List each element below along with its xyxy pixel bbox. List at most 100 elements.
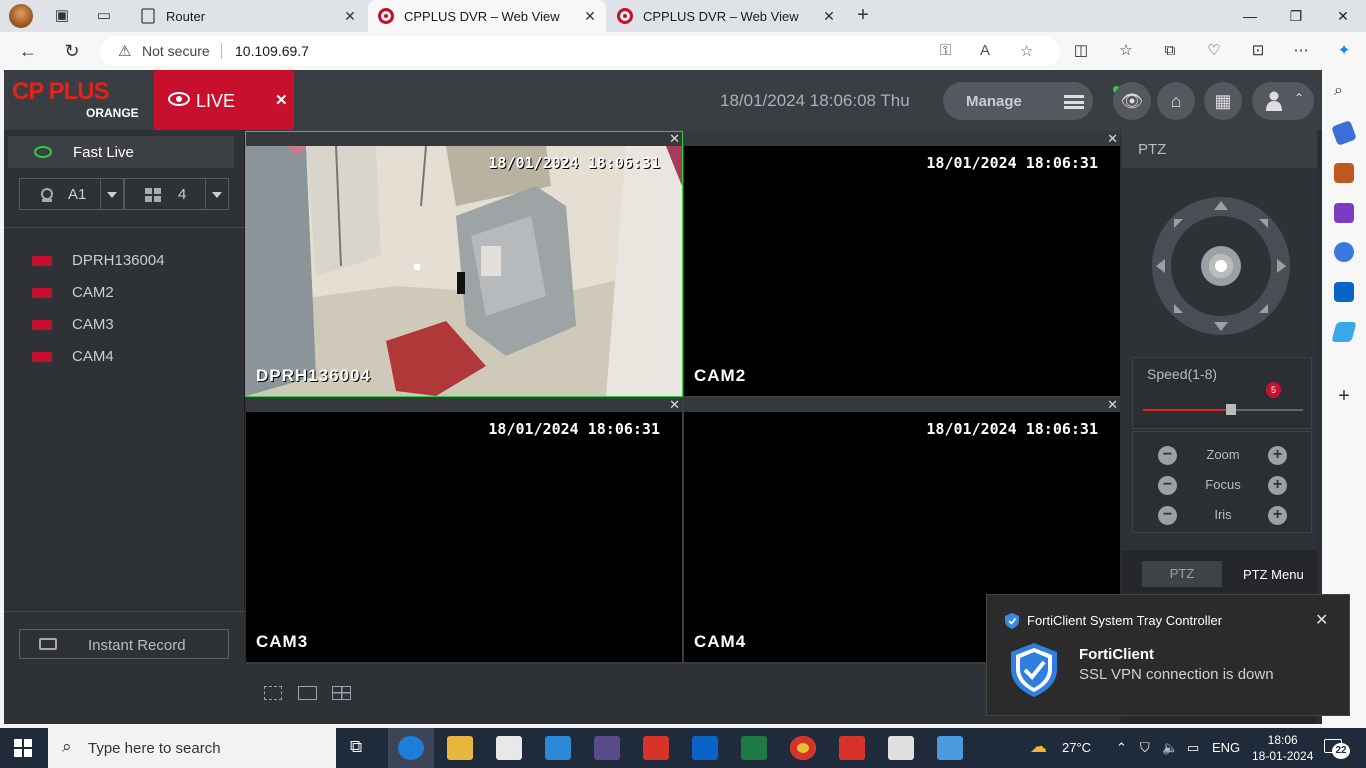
arrow-down-icon[interactable] — [1214, 322, 1228, 331]
user-menu-button[interactable]: ⌃ — [1252, 82, 1314, 120]
split-screen-icon[interactable]: ◫ — [1070, 40, 1092, 62]
app-icon[interactable] — [937, 736, 963, 760]
read-aloud-icon[interactable]: A — [980, 42, 990, 59]
favorite-star-icon[interactable]: ☆ — [1020, 42, 1033, 60]
live-view-button[interactable]: 👁 — [1113, 82, 1151, 120]
manage-button[interactable]: Manage — [943, 82, 1093, 120]
notepad-icon[interactable] — [888, 736, 914, 760]
single-view-icon[interactable] — [298, 686, 317, 700]
security-label[interactable]: Not secure — [142, 43, 210, 59]
taskbar-search-box[interactable]: ⌕ Type here to search — [48, 728, 336, 768]
arrow-right-icon[interactable] — [1277, 259, 1286, 273]
new-tab-button[interactable]: + — [852, 4, 874, 26]
add-icon[interactable]: + — [1334, 386, 1354, 406]
task-view-icon[interactable]: ⧉ — [350, 737, 362, 757]
file-explorer-icon[interactable] — [447, 736, 473, 760]
iris-minus-button[interactable]: − — [1158, 506, 1177, 525]
focus-minus-button[interactable]: − — [1158, 476, 1177, 495]
close-icon[interactable]: ✕ — [1107, 397, 1118, 413]
workspaces-icon[interactable]: ▣ — [52, 6, 72, 26]
copilot-icon[interactable]: ✦ — [1333, 40, 1355, 62]
close-window-button[interactable]: ✕ — [1333, 6, 1353, 26]
address-bar[interactable]: ⚠ Not secure 10.109.69.7 ⚿ A ☆ — [100, 36, 1060, 66]
qr-code-button[interactable]: ▦ — [1204, 82, 1242, 120]
search-icon[interactable]: ⌕ — [1334, 82, 1354, 102]
zoom-out-button[interactable]: − — [1158, 446, 1177, 465]
arrow-up-icon[interactable] — [1214, 201, 1228, 210]
warning-icon[interactable]: ⚠ — [118, 42, 131, 60]
more-menu-icon[interactable]: ⋯ — [1290, 40, 1312, 62]
chrome-icon[interactable] — [790, 736, 816, 760]
fast-live-item[interactable]: Fast Live — [8, 136, 234, 168]
microsoft-store-icon[interactable] — [496, 736, 522, 760]
fullscreen-icon[interactable] — [264, 686, 282, 700]
video-pane-1[interactable]: ✕ 18/01/2024 18:06:31 DPRH136004 — [245, 131, 683, 397]
close-icon[interactable]: ✕ — [669, 131, 680, 147]
close-tab-icon[interactable]: ✕ — [342, 8, 358, 24]
send-icon[interactable] — [1331, 322, 1357, 342]
channel-select[interactable]: A1 — [19, 178, 124, 210]
mail-icon[interactable] — [545, 736, 571, 760]
speed-slider-handle[interactable] — [1226, 404, 1236, 415]
close-tab-icon[interactable]: ✕ — [582, 8, 598, 24]
tab-router[interactable]: Router ✕ — [128, 0, 366, 32]
dial-center-button[interactable] — [1201, 246, 1241, 286]
tab-cpplus[interactable]: CPPLUS DVR – Web View ✕ — [607, 0, 845, 32]
microsoft-365-icon[interactable] — [1334, 242, 1354, 262]
anydesk-icon[interactable] — [839, 736, 865, 760]
iris-plus-button[interactable]: + — [1268, 506, 1287, 525]
profile-avatar[interactable] — [9, 4, 33, 28]
edge-icon[interactable] — [398, 736, 424, 760]
video-pane-3[interactable]: ✕ 18/01/2024 18:06:31 CAM3 — [246, 397, 682, 662]
arrow-up-left-icon[interactable] — [1174, 219, 1183, 228]
windows-start-button[interactable] — [14, 739, 32, 757]
instant-record-button[interactable]: Instant Record — [19, 629, 229, 659]
zoom-in-button[interactable]: + — [1268, 446, 1287, 465]
shopping-tag-icon[interactable] — [1331, 120, 1357, 146]
games-icon[interactable] — [1334, 203, 1354, 223]
network-icon[interactable]: ▭ — [1187, 740, 1199, 756]
outlook-icon[interactable] — [692, 736, 718, 760]
tools-icon[interactable] — [1334, 163, 1354, 183]
minimize-button[interactable]: — — [1240, 6, 1260, 26]
outlook-icon[interactable] — [1334, 282, 1354, 302]
volume-icon[interactable]: 🔈 — [1162, 740, 1178, 756]
url-text[interactable]: 10.109.69.7 — [235, 43, 309, 59]
close-tab-icon[interactable]: ✕ — [821, 8, 837, 24]
close-icon[interactable]: ✕ — [669, 397, 680, 413]
arrow-left-icon[interactable] — [1156, 259, 1165, 273]
favorites-icon[interactable]: ☆ — [1115, 40, 1137, 62]
back-button[interactable]: ← — [17, 40, 39, 62]
quad-view-icon[interactable] — [332, 686, 351, 700]
close-icon[interactable]: ✕ — [275, 91, 288, 109]
excel-icon[interactable] — [741, 736, 767, 760]
split-select[interactable]: 4 — [124, 178, 229, 210]
forticlient-notification[interactable]: FortiClient System Tray Controller ✕ For… — [986, 594, 1350, 716]
focus-plus-button[interactable]: + — [1268, 476, 1287, 495]
home-button[interactable]: ⌂ — [1157, 82, 1195, 120]
close-icon[interactable]: ✕ — [1315, 610, 1328, 630]
ptz-menu-tab[interactable]: PTZ Menu — [1243, 567, 1304, 582]
arrow-up-right-icon[interactable] — [1259, 219, 1268, 228]
taskbar-clock[interactable]: 18:06 18-01-2024 — [1252, 732, 1313, 764]
refresh-button[interactable]: ↻ — [61, 40, 83, 62]
live-tab[interactable]: LIVE ✕ — [154, 70, 294, 130]
performance-icon[interactable]: ♡ — [1203, 40, 1225, 62]
chevron-up-icon[interactable]: ⌃ — [1116, 740, 1127, 756]
arrow-down-left-icon[interactable] — [1174, 304, 1183, 313]
sidebar-app-icon[interactable]: ⊡ — [1247, 40, 1269, 62]
key-icon[interactable]: ⚿ — [940, 42, 951, 59]
tab-cpplus-active[interactable]: CPPLUS DVR – Web View ✕ — [368, 0, 606, 32]
video-pane-2[interactable]: ✕ 18/01/2024 18:06:31 CAM2 — [684, 131, 1120, 396]
app-icon[interactable] — [594, 736, 620, 760]
language-indicator[interactable]: ENG — [1212, 740, 1240, 755]
weather-icon[interactable]: ☁ — [1030, 737, 1047, 757]
arrow-down-right-icon[interactable] — [1259, 304, 1268, 313]
tab-actions-icon[interactable]: ▭ — [94, 6, 114, 26]
weather-temp[interactable]: 27°C — [1062, 740, 1091, 755]
collections-icon[interactable]: ⧉ — [1159, 40, 1181, 62]
notification-center-button[interactable]: 22 — [1324, 737, 1350, 759]
ptz-tab-button[interactable]: PTZ — [1142, 561, 1222, 587]
anydesk-icon[interactable] — [643, 736, 669, 760]
close-icon[interactable]: ✕ — [1107, 131, 1118, 147]
